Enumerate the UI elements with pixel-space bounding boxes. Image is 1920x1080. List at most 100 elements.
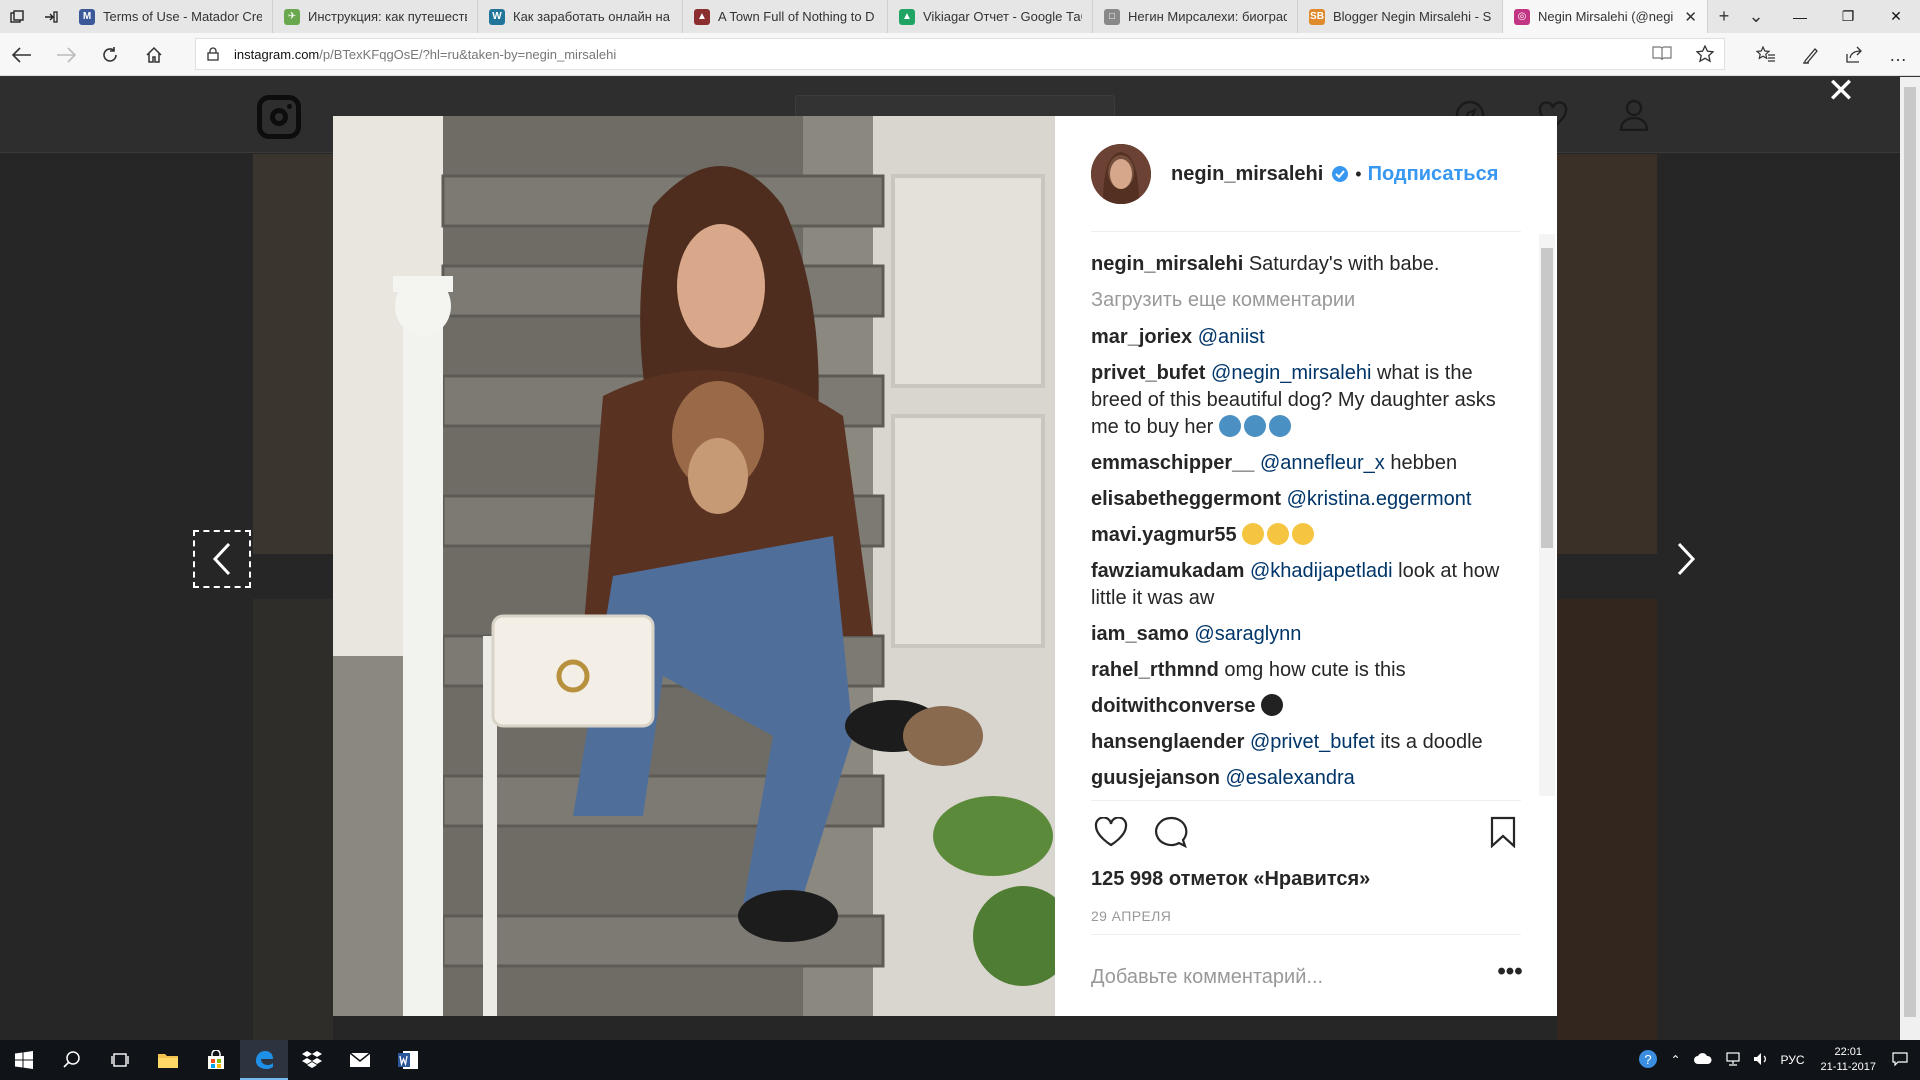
emoji-icon xyxy=(1267,523,1290,545)
comment-username[interactable]: doitwithconverse xyxy=(1091,695,1255,717)
browser-tab[interactable]: SB Blogger Negin Mirsalehi - S xyxy=(1298,0,1503,33)
page-scrollbar[interactable] xyxy=(1900,77,1920,1040)
caption-username[interactable]: negin_mirsalehi xyxy=(1091,253,1243,275)
favorite-star-icon[interactable] xyxy=(1695,44,1715,66)
task-view-icon[interactable] xyxy=(96,1040,144,1080)
mail-icon[interactable] xyxy=(336,1040,384,1080)
reading-view-icon[interactable] xyxy=(1652,45,1672,66)
comment-username[interactable]: hansenglaender xyxy=(1091,731,1244,753)
comment-username[interactable]: fawziamukadam xyxy=(1091,560,1244,582)
system-tray: ? ⌃ РУС 22:01 21-11-2017 xyxy=(1632,1040,1920,1080)
post-date[interactable]: 29 АПРЕЛЯ xyxy=(1091,908,1171,924)
load-more-comments-link[interactable]: Загрузить еще комментарии xyxy=(1091,287,1511,314)
volume-speaker-icon[interactable] xyxy=(1753,1052,1769,1069)
close-modal-button[interactable]: ✕ xyxy=(1826,74,1856,108)
word-icon[interactable] xyxy=(384,1040,432,1080)
browser-tab[interactable]: ▲ A Town Full of Nothing to D xyxy=(683,0,888,33)
like-heart-icon[interactable] xyxy=(1091,812,1131,852)
comment: iam_samo @saraglynn xyxy=(1091,621,1511,648)
comment-mention-link[interactable]: @khadijapetladi xyxy=(1250,560,1393,582)
network-icon[interactable] xyxy=(1725,1051,1741,1069)
help-icon[interactable]: ? xyxy=(1638,1049,1658,1072)
browser-tab-strip: M Terms of Use - Matador Cre ✈ Инструкция: … xyxy=(0,0,1920,33)
tab-favicon-icon: □ xyxy=(1104,8,1120,25)
set-aside-tabs-icon[interactable] xyxy=(34,0,68,33)
lock-icon[interactable] xyxy=(200,47,226,61)
comment-mention-link[interactable]: @esalexandra xyxy=(1225,767,1354,789)
restore-button[interactable]: ❐ xyxy=(1824,0,1872,33)
browser-tab[interactable]: ◎ Negin Mirsalehi (@negi ✕ xyxy=(1503,0,1708,33)
next-post-button[interactable] xyxy=(1657,530,1715,588)
follow-button[interactable]: Подписаться xyxy=(1368,163,1499,186)
favorites-hub-icon[interactable] xyxy=(1752,41,1780,69)
show-hidden-icons-chevron-icon[interactable]: ⌃ xyxy=(1670,1053,1680,1067)
comment-username[interactable]: rahel_rthmnd xyxy=(1091,659,1219,681)
tab-title: Negin Mirsalehi (@negi xyxy=(1538,9,1674,24)
background-post-tile xyxy=(1557,154,1657,554)
minimize-button[interactable]: — xyxy=(1776,0,1824,33)
browser-tab[interactable]: M Terms of Use - Matador Cre xyxy=(68,0,273,33)
comment-username[interactable]: mar_joriex xyxy=(1091,326,1192,348)
browser-tab[interactable]: ✈ Инструкция: как путешеств xyxy=(273,0,478,33)
web-note-pen-icon[interactable] xyxy=(1797,41,1825,69)
svg-text:?: ? xyxy=(1645,1052,1652,1067)
comments-scrollbar[interactable] xyxy=(1539,234,1555,796)
post-photo[interactable] xyxy=(333,116,1055,1016)
comment: mavi.yagmur55 xyxy=(1091,522,1511,549)
url-host: instagram.com xyxy=(234,46,320,62)
file-explorer-icon[interactable] xyxy=(144,1040,192,1080)
comment-username[interactable]: guusjejanson xyxy=(1091,767,1220,789)
profile-person-icon[interactable] xyxy=(1618,99,1650,131)
close-window-button[interactable]: ✕ xyxy=(1872,0,1920,33)
comment-mention-link[interactable]: @privet_bufet xyxy=(1250,731,1375,753)
comment-username[interactable]: emmaschipper__ xyxy=(1091,452,1254,474)
comment-username[interactable]: elisabetheggermont xyxy=(1091,488,1281,510)
new-tab-button[interactable]: + xyxy=(1708,0,1740,33)
tab-preview-chevron-icon[interactable]: ⌄ xyxy=(1740,0,1772,33)
verified-badge-icon xyxy=(1332,166,1349,182)
browser-tab[interactable]: □ Негин Мирсалехи: биограф xyxy=(1093,0,1298,33)
avatar[interactable] xyxy=(1091,144,1151,204)
comment-username[interactable]: mavi.yagmur55 xyxy=(1091,524,1237,546)
divider xyxy=(1091,231,1521,232)
edge-browser-icon[interactable] xyxy=(240,1040,288,1080)
comment-mention-link[interactable]: @aniist xyxy=(1198,326,1265,348)
more-menu-icon[interactable]: … xyxy=(1884,41,1912,69)
post-actions xyxy=(1091,812,1521,852)
onedrive-cloud-icon[interactable] xyxy=(1693,1052,1713,1068)
forward-button[interactable] xyxy=(52,41,80,69)
action-center-notification-icon[interactable] xyxy=(1892,1051,1908,1069)
start-windows-icon[interactable] xyxy=(0,1040,48,1080)
clock[interactable]: 22:01 21-11-2017 xyxy=(1821,1045,1876,1075)
dropbox-icon[interactable] xyxy=(288,1040,336,1080)
comment-mention-link[interactable]: @annefleur_x xyxy=(1260,452,1385,474)
comment-username[interactable]: iam_samo xyxy=(1091,623,1189,645)
save-bookmark-icon[interactable] xyxy=(1483,812,1523,852)
url-field[interactable]: instagram.com/p/BTexKFqgOsE/?hl=ru&taken… xyxy=(195,38,1725,70)
add-comment-input[interactable] xyxy=(1091,962,1431,992)
comment-username[interactable]: privet_bufet xyxy=(1091,362,1205,384)
home-icon[interactable] xyxy=(140,41,168,69)
instagram-logo-icon[interactable] xyxy=(257,95,301,139)
tab-title: Как заработать онлайн на xyxy=(513,9,670,24)
more-options-button[interactable]: ••• xyxy=(1495,960,1525,992)
comment-mention-link[interactable]: @saraglynn xyxy=(1194,623,1301,645)
refresh-icon[interactable] xyxy=(96,41,124,69)
comment-bubble-icon[interactable] xyxy=(1151,812,1191,852)
search-icon[interactable] xyxy=(48,1040,96,1080)
previous-post-button[interactable] xyxy=(193,530,251,588)
back-button[interactable] xyxy=(8,41,36,69)
close-tab-icon[interactable]: ✕ xyxy=(1684,8,1697,26)
share-icon[interactable] xyxy=(1840,41,1868,69)
post-author-username[interactable]: negin_mirsalehi xyxy=(1171,163,1323,186)
likes-count[interactable]: 125 998 отметок «Нравится» xyxy=(1091,868,1370,891)
caption-text: Saturday's with babe. xyxy=(1248,253,1440,275)
browser-tab[interactable]: ▲ Vikiagar Отчет - Google Таб xyxy=(888,0,1093,33)
comment-mention-link[interactable]: @negin_mirsalehi xyxy=(1211,362,1371,384)
store-bag-icon[interactable] xyxy=(192,1040,240,1080)
input-language-label[interactable]: РУС xyxy=(1781,1053,1805,1067)
comment-mention-link[interactable]: @kristina.eggermont xyxy=(1287,488,1472,510)
tab-actions-icon[interactable] xyxy=(0,0,34,33)
browser-tab[interactable]: W Как заработать онлайн на xyxy=(478,0,683,33)
window-controls: — ❐ ✕ xyxy=(1776,0,1920,33)
